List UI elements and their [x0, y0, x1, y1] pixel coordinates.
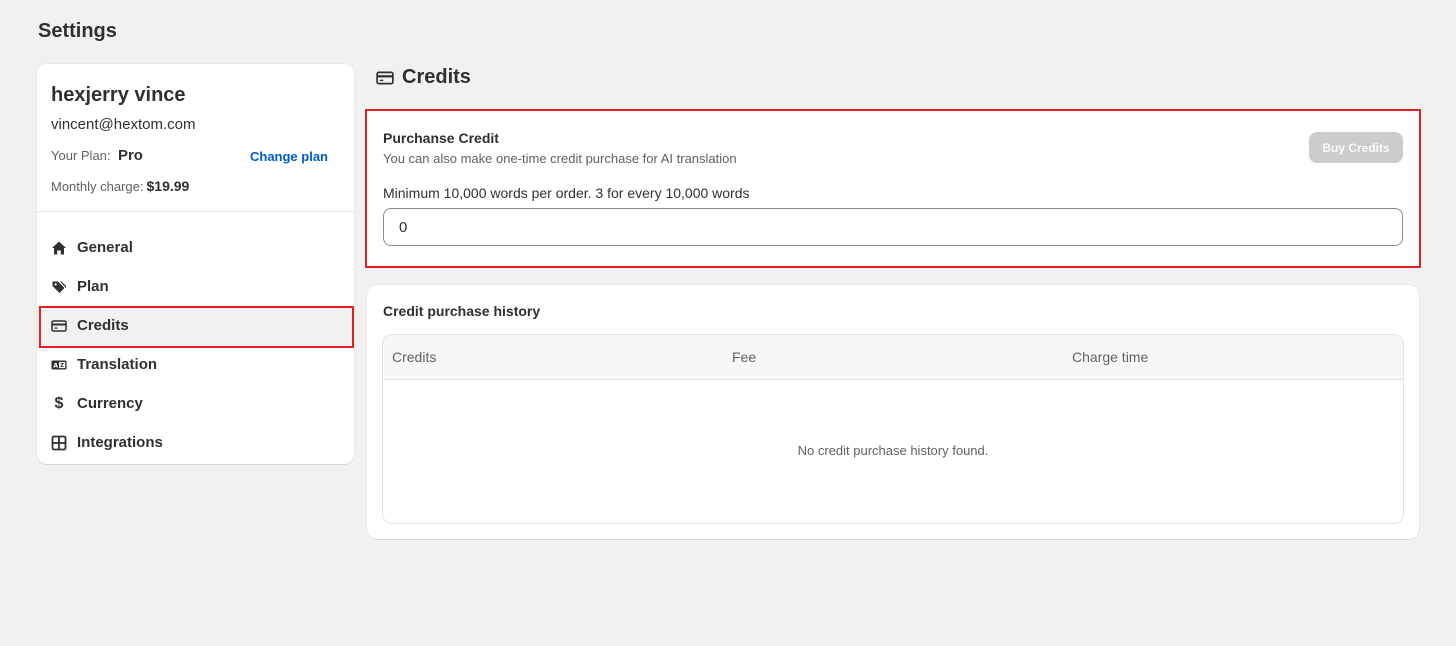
account-summary: hexjerry vince vincent@hextom.com Your P… — [37, 64, 354, 212]
page-title: Settings — [38, 20, 117, 42]
credit-history-card: Credit purchase history Credits Fee Char… — [367, 285, 1419, 539]
credit-quantity-input[interactable] — [383, 208, 1403, 246]
plan-label: Your Plan: — [51, 148, 111, 163]
nav-item-plan[interactable]: Plan — [37, 267, 354, 306]
tag-icon — [51, 279, 67, 295]
svg-text:A: A — [53, 362, 58, 369]
purchase-credit-card: Purchanse Credit You can also make one-t… — [365, 109, 1421, 268]
svg-text:Z: Z — [60, 363, 64, 369]
home-icon — [51, 240, 67, 256]
column-header-charge-time: Charge time — [1072, 349, 1149, 365]
empty-state-message: No credit purchase history found. — [797, 443, 989, 458]
settings-sidebar: hexjerry vince vincent@hextom.com Your P… — [37, 64, 354, 464]
nav-item-currency[interactable]: $ Currency — [37, 384, 354, 423]
column-header-fee: Fee — [732, 349, 757, 365]
nav-item-label: General — [77, 239, 133, 256]
grid-icon — [51, 435, 67, 451]
nav-item-credits[interactable]: Credits — [37, 306, 354, 348]
table-header-row: Credits Fee Charge time — [383, 335, 1403, 380]
purchase-subtitle: You can also make one-time credit purcha… — [383, 151, 737, 166]
column-header-credits: Credits — [392, 349, 437, 365]
nav-item-label: Credits — [77, 317, 129, 334]
section-title: Credits — [376, 66, 471, 89]
plan-value: Pro — [117, 147, 143, 164]
nav-item-general[interactable]: General — [37, 228, 354, 267]
settings-nav: General Plan Credits AZ Translation $ Cu… — [37, 212, 354, 462]
nav-item-label: Integrations — [77, 434, 163, 451]
minimum-order-text: Minimum 10,000 words per order. 3 for ev… — [383, 185, 750, 201]
nav-item-integrations[interactable]: Integrations — [37, 423, 354, 462]
section-title-text: Credits — [402, 66, 471, 88]
charge-row: Monthly charge: $19.99 — [51, 178, 340, 194]
history-title: Credit purchase history — [383, 303, 541, 319]
buy-credits-button[interactable]: Buy Credits — [1309, 132, 1403, 163]
charge-label: Monthly charge: — [51, 178, 144, 194]
change-plan-link[interactable]: Change plan — [250, 149, 328, 164]
history-table: Credits Fee Charge time No credit purcha… — [382, 334, 1404, 524]
charge-value: $19.99 — [146, 178, 190, 194]
purchase-heading: Purchanse Credit — [383, 130, 499, 146]
nav-item-label: Currency — [77, 395, 143, 412]
nav-item-label: Translation — [77, 356, 158, 373]
account-name: hexjerry vince — [51, 84, 186, 106]
nav-item-label: Plan — [77, 278, 109, 295]
plan-row: Your Plan: Pro Change plan — [51, 146, 340, 166]
dollar-icon: $ — [54, 394, 64, 412]
nav-item-translation[interactable]: AZ Translation — [37, 345, 354, 384]
credit-card-icon — [376, 69, 394, 87]
translate-icon: AZ — [51, 357, 67, 373]
credit-card-icon — [51, 318, 67, 334]
account-email: vincent@hextom.com — [51, 116, 196, 133]
